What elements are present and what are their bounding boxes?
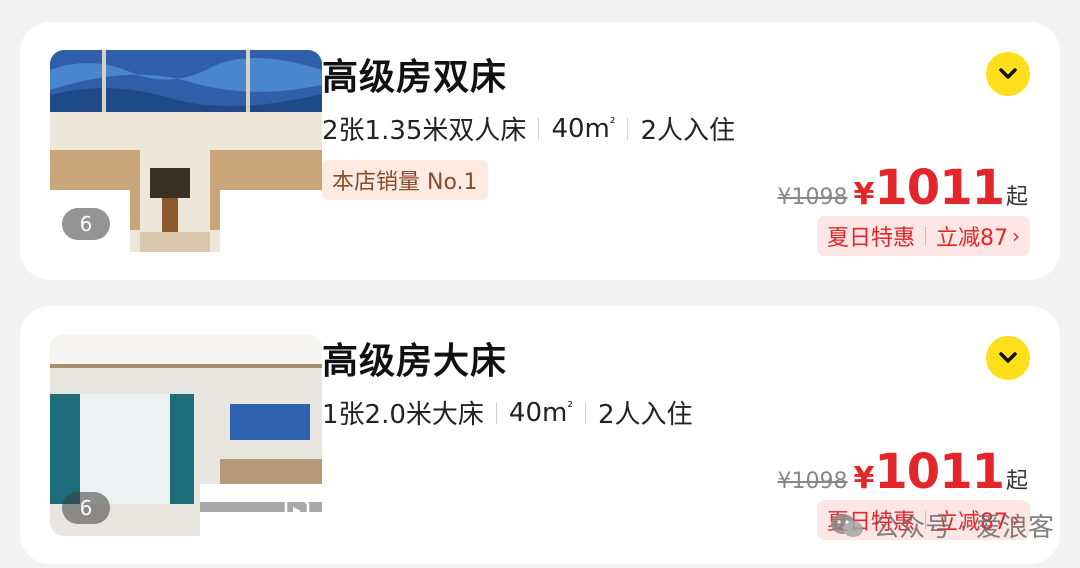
price-suffix: 起	[1005, 185, 1028, 210]
spec-divider	[538, 117, 540, 140]
expand-button[interactable]	[986, 336, 1030, 380]
room-photo[interactable]: 6	[50, 50, 322, 252]
chevron-down-icon	[999, 68, 1017, 79]
watermark: 公众号 · 爱浪客	[829, 507, 1054, 544]
promo-discount: 立减87	[936, 226, 1008, 251]
current-price: 1011	[874, 160, 1005, 216]
guests-spec: 2人入住	[597, 400, 693, 430]
price-block: ¥1098 ¥ 1011 起	[778, 444, 1028, 500]
room-specs: 1张2.0米大床 40m² 2人入住	[322, 394, 693, 431]
spec-divider	[495, 401, 497, 424]
promo-badge[interactable]: 夏日特惠 立减87 ›	[816, 216, 1030, 256]
room-photo[interactable]: 6	[50, 334, 322, 536]
sales-rank-badge: 本店销量 No.1	[322, 160, 488, 200]
original-price: ¥1098	[777, 185, 848, 210]
vr-icon	[284, 498, 310, 524]
vr-icon	[284, 214, 310, 240]
chevron-down-icon	[999, 352, 1017, 363]
promo-divider	[925, 227, 926, 245]
spec-divider	[584, 401, 586, 424]
room-title: 高级房大床	[322, 341, 508, 382]
wechat-icon	[831, 513, 864, 537]
bed-spec: 2张1.35米双人床	[322, 116, 527, 146]
expand-button[interactable]	[986, 52, 1030, 96]
currency-symbol: ¥	[853, 177, 875, 212]
area-spec: 40m²	[508, 397, 573, 428]
room-card-twin[interactable]: 6 高级房双床 2张1.35米双人床 40m² 2人入住 本店销量 No.1 ¥…	[20, 22, 1060, 280]
currency-symbol: ¥	[853, 461, 875, 496]
photo-count: 6	[62, 208, 110, 240]
watermark-text: 公众号 · 爱浪客	[873, 513, 1054, 543]
spec-divider	[627, 117, 629, 140]
price-suffix: 起	[1005, 469, 1028, 494]
original-price: ¥1098	[777, 469, 848, 494]
chevron-right-icon: ›	[1012, 224, 1020, 248]
guests-spec: 2人入住	[640, 116, 736, 146]
photo-count: 6	[62, 492, 110, 524]
promo-label: 夏日特惠	[826, 226, 915, 251]
room-specs: 2张1.35米双人床 40m² 2人入住	[322, 110, 735, 147]
price-block: ¥1098 ¥ 1011 起	[778, 160, 1028, 216]
area-spec: 40m²	[551, 113, 616, 144]
bed-spec: 1张2.0米大床	[322, 400, 484, 430]
room-title: 高级房双床	[322, 57, 508, 98]
current-price: 1011	[874, 444, 1005, 500]
